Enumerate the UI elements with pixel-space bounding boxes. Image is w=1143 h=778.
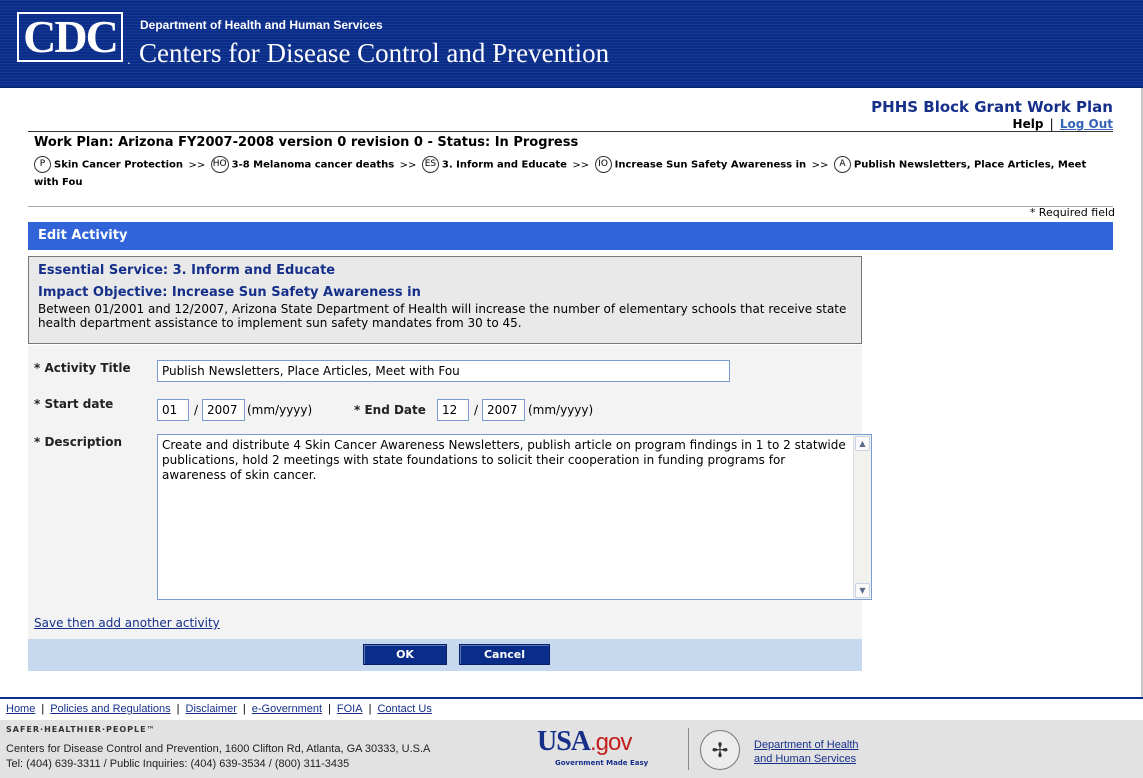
breadcrumb-item-impact-objective[interactable]: Increase Sun Safety Awareness in [615,160,807,171]
help-logout-links: Help | Log Out [1013,117,1113,131]
impact-objective-icon: IO [594,156,612,173]
footer-link-separator: | [176,703,180,715]
essential-service-heading: Essential Service: 3. Inform and Educate [38,263,336,278]
description-text: Create and distribute 4 Skin Cancer Awar… [162,438,846,482]
description-scrollbar[interactable]: ▲ ▼ [853,435,871,599]
activity-icon: A [833,156,851,173]
breadcrumb-separator: >> [188,159,206,171]
footer-links: Home | Policies and Regulations | Disclaimer… [6,703,432,715]
footer-link-separator: | [242,703,246,715]
workplan-status-bar: Work Plan: Arizona FY2007-2008 version 0… [28,131,1113,207]
address-line-1: Centers for Disease Control and Preventi… [6,743,431,755]
end-date-format: (mm/yyyy) [528,403,594,417]
footer-link-separator: | [41,703,45,715]
cdc-address: Centers for Disease Control and Preventi… [6,742,430,772]
footer-link-disclaimer[interactable]: Disclaimer [186,703,237,715]
description-textarea[interactable]: Create and distribute 4 Skin Cancer Awar… [157,434,872,600]
footer-link-separator: | [328,703,331,715]
usagov-wordmark: USA.gov [537,726,632,758]
department-name: Department of Health and Human Services [140,18,383,32]
start-date-label: * Start date [34,397,114,411]
app-title: PHHS Block Grant Work Plan [871,98,1113,116]
cdc-slogan: SAFER·HEALTHIER·PEOPLE™ [6,725,156,734]
footer-info: SAFER·HEALTHIER·PEOPLE™ Centers for Dise… [0,720,1143,778]
site-banner: CDC. Department of Health and Human Serv… [0,0,1143,88]
hhs-link-line1: Department of Health [754,739,859,751]
cdc-logo[interactable]: CDC. [17,11,130,66]
start-year-input[interactable]: 2007 [202,399,245,421]
footer-link-home[interactable]: Home [6,703,35,715]
breadcrumb-separator: >> [572,159,590,171]
footer-divider-vertical [688,728,689,770]
footer-link-separator: | [368,703,372,715]
activity-title-input[interactable]: Publish Newsletters, Place Articles, Mee… [157,360,730,382]
end-month-input[interactable]: 12 [437,399,469,421]
breadcrumb-item-health-objective[interactable]: 3-8 Melanoma cancer deaths [232,160,395,171]
section-title: Edit Activity [28,222,1113,250]
impact-objective-heading: Impact Objective: Increase Sun Safety Aw… [38,285,421,300]
breadcrumb-item-program[interactable]: Skin Cancer Protection [54,160,183,171]
footer-link-contact[interactable]: Contact Us [377,703,431,715]
breadcrumb-separator: >> [399,159,417,171]
program-icon: P [34,156,51,173]
usagov-logo[interactable]: USA.gov Government Made Easy [537,726,677,770]
activity-title-label: * Activity Title [34,361,131,375]
usagov-main: USA [537,726,591,757]
hhs-link-line2: and Human Services [754,753,857,765]
end-date-label: * End Date [354,403,426,417]
agency-name: Centers for Disease Control and Preventi… [139,38,610,68]
help-link[interactable]: Help [1013,117,1044,131]
address-line-2: Tel: (404) 639-3311 / Public Inquiries: … [6,758,350,770]
link-separator: | [1049,117,1054,131]
workplan-status: Work Plan: Arizona FY2007-2008 version 0… [34,135,579,150]
date-slash: / [194,403,199,417]
trademark-mark: . [127,56,130,66]
usagov-dot: .gov [590,729,632,756]
usagov-tagline: Government Made Easy [555,759,649,767]
logout-link[interactable]: Log Out [1060,117,1113,131]
date-slash: / [474,403,479,417]
chevron-up-icon[interactable]: ▲ [855,436,870,451]
start-date-format: (mm/yyyy) [247,403,313,417]
end-year-input[interactable]: 2007 [482,399,525,421]
footer-link-egovernment[interactable]: e-Government [252,703,322,715]
ok-button[interactable]: OK [363,644,447,665]
footer-divider [0,697,1143,699]
breadcrumb-separator: >> [811,159,829,171]
hhs-link[interactable]: Department of Health and Human Services [754,738,859,766]
required-field-note: * Required field [1029,206,1115,219]
essential-service-icon: ES [421,156,439,173]
chevron-down-icon[interactable]: ▼ [855,583,870,598]
breadcrumb: P Skin Cancer Protection >> HO 3-8 Melanom… [34,156,1109,191]
footer-link-foia[interactable]: FOIA [337,703,363,715]
health-objective-icon: HO [210,156,229,173]
breadcrumb-item-essential-service[interactable]: 3. Inform and Educate [442,160,567,171]
description-label: * Description [34,435,123,449]
cdc-logo-text: CDC [23,11,119,62]
edit-activity-form: * Activity Title Publish Newsletters, Pl… [28,345,872,640]
context-box: Essential Service: 3. Inform and Educate… [28,256,862,344]
cancel-button[interactable]: Cancel [459,644,550,665]
footer-link-policies[interactable]: Policies and Regulations [50,703,170,715]
form-button-bar: OK Cancel [28,639,862,671]
start-month-input[interactable]: 01 [157,399,189,421]
hhs-eagle-icon[interactable]: ✢ [700,730,740,770]
save-add-another-link[interactable]: Save then add another activity [34,616,220,630]
impact-objective-description: Between 01/2001 and 12/2007, Arizona Sta… [38,302,847,330]
